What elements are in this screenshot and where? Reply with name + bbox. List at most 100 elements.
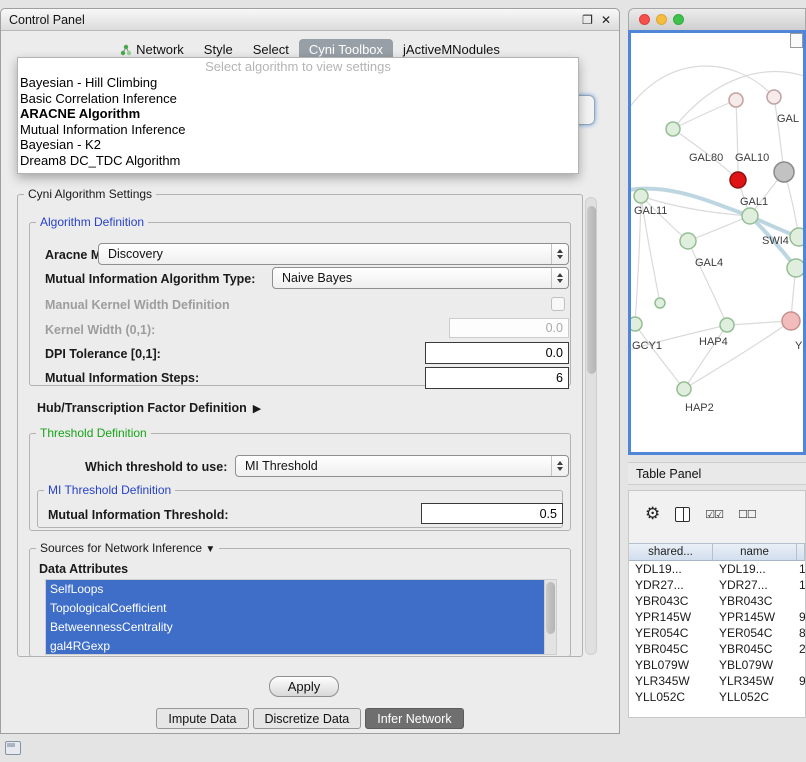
birdseye-toggle[interactable] — [790, 33, 803, 48]
collapsed-arrow-icon: ▶ — [253, 403, 261, 415]
cell-name: YLL052C — [713, 689, 797, 705]
restore-panel-icon[interactable] — [5, 741, 21, 755]
node-label: HAP2 — [685, 402, 714, 414]
combo-stepper-icon — [551, 456, 568, 476]
table-row[interactable]: YDR27...YDR27...12 — [629, 577, 805, 593]
network-edge — [774, 97, 784, 172]
settings-scrollbar[interactable] — [585, 197, 597, 655]
node-label: GAL11 — [634, 205, 667, 217]
algorithm-option-selected[interactable]: ARACNE Algorithm — [18, 106, 578, 122]
network-node[interactable] — [767, 90, 781, 104]
deselect-all-icon[interactable]: ☐☐ — [738, 508, 756, 521]
sources-toggle[interactable]: Sources for Network Inference ▼ — [36, 541, 219, 555]
network-edge — [736, 100, 738, 180]
network-node-gal80[interactable] — [666, 122, 680, 136]
network-node-gal10[interactable] — [730, 172, 746, 188]
network-node-swi4[interactable] — [790, 228, 803, 246]
column-header-name[interactable]: name — [713, 544, 797, 560]
network-node-gray-hub[interactable] — [774, 162, 794, 182]
network-node-gal4[interactable] — [680, 233, 696, 249]
kernel-width-label: Kernel Width (0,1): — [45, 323, 155, 337]
select-all-icon[interactable]: ☑☑ — [705, 508, 723, 521]
cell-value: 12 — [797, 577, 805, 593]
network-node[interactable] — [787, 259, 803, 277]
algorithm-option[interactable]: Mutual Information Inference — [18, 122, 578, 138]
network-node-hap4[interactable] — [720, 318, 734, 332]
cell-value — [797, 593, 805, 609]
column-header-cut[interactable] — [797, 544, 805, 560]
node-label: GAL — [777, 113, 799, 125]
table-row[interactable]: YBR045CYBR045C2. — [629, 641, 805, 657]
attribute-item[interactable]: gal4RGexp — [46, 637, 544, 654]
network-node-gal1[interactable] — [742, 208, 758, 224]
cell-value: 13 — [797, 561, 805, 577]
close-icon[interactable]: ✕ — [601, 13, 611, 27]
network-node[interactable] — [729, 93, 743, 107]
algorithm-dropdown-popup: Select algorithm to view settings Bayesi… — [17, 57, 579, 174]
attribute-item[interactable]: BetweennessCentrality — [46, 618, 544, 637]
bottom-tab-strip: Impute Data Discretize Data Infer Networ… — [1, 708, 619, 729]
algorithm-option[interactable]: Bayesian - K2 — [18, 137, 578, 153]
node-label: Y — [795, 340, 803, 352]
network-node-hap2[interactable] — [677, 382, 691, 396]
table-row[interactable]: YPR145WYPR145W9. — [629, 609, 805, 625]
table-header-row: shared... name — [629, 543, 805, 561]
tab-infer-network[interactable]: Infer Network — [365, 708, 463, 729]
tab-label: Select — [253, 42, 289, 57]
tab-discretize-data[interactable]: Discretize Data — [253, 708, 362, 729]
dpi-tolerance-input[interactable]: 0.0 — [425, 342, 569, 364]
table-row[interactable]: YDL19...YDL19...13 — [629, 561, 805, 577]
zoom-traffic-light[interactable] — [673, 14, 684, 25]
attribute-list-scrollbar[interactable] — [544, 580, 556, 654]
control-panel-titlebar[interactable]: Control Panel ❐ ✕ — [1, 9, 619, 31]
network-edge — [688, 241, 727, 325]
mi-steps-input[interactable]: 6 — [425, 367, 569, 389]
minimize-traffic-light[interactable] — [656, 14, 667, 25]
gear-icon[interactable]: ⚙ — [645, 504, 660, 524]
table-row[interactable]: YLR345WYLR345W9. — [629, 673, 805, 689]
cell-shared-name: YDR27... — [629, 577, 713, 593]
table-row[interactable]: YLL052CYLL052C — [629, 689, 805, 705]
attribute-list-scrollbar-thumb[interactable] — [546, 582, 555, 634]
network-node-gal11[interactable] — [634, 189, 648, 203]
group-title: Algorithm Definition — [36, 215, 148, 229]
control-panel-title: Control Panel — [9, 13, 85, 27]
close-traffic-light[interactable] — [639, 14, 650, 25]
table-row[interactable]: YER054CYER054C8. — [629, 625, 805, 641]
network-node-gcy1[interactable] — [631, 317, 642, 331]
algorithm-option[interactable]: Bayesian - Hill Climbing — [18, 75, 578, 91]
node-label: GCY1 — [632, 340, 662, 352]
mi-threshold-input[interactable]: 0.5 — [421, 503, 563, 524]
network-node-pink[interactable] — [782, 312, 800, 330]
hub-section-toggle[interactable]: Hub/Transcription Factor Definition▶ — [37, 401, 261, 415]
network-window-titlebar[interactable] — [628, 8, 806, 30]
float-window-icon[interactable]: ❐ — [582, 13, 593, 27]
settings-scrollbar-thumb[interactable] — [587, 206, 596, 374]
column-header-shared[interactable]: shared... — [629, 544, 713, 560]
mi-steps-label: Mutual Information Steps: — [45, 371, 199, 385]
kernel-width-input[interactable]: 0.0 — [449, 318, 569, 338]
manual-kernel-checkbox[interactable] — [551, 297, 565, 311]
mi-type-select[interactable]: Naive Bayes — [272, 267, 569, 289]
which-threshold-label: Which threshold to use: — [85, 460, 227, 474]
cell-value: 8. — [797, 625, 805, 641]
cell-name: YDR27... — [713, 577, 797, 593]
attribute-item[interactable]: SelfLoops — [46, 580, 544, 599]
attribute-item[interactable]: TopologicalCoefficient — [46, 599, 544, 618]
table-row[interactable]: YBL079WYBL079W — [629, 657, 805, 673]
algorithm-option[interactable]: Basic Correlation Inference — [18, 91, 578, 107]
network-node[interactable] — [655, 298, 665, 308]
which-threshold-select[interactable]: MI Threshold — [235, 455, 569, 477]
tab-impute-data[interactable]: Impute Data — [156, 708, 248, 729]
cell-value — [797, 689, 805, 705]
tab-label: Cyni Toolbox — [309, 42, 383, 57]
tab-label: jActiveMNodules — [403, 42, 500, 57]
tab-label: Style — [204, 42, 233, 57]
algorithm-option[interactable]: Dream8 DC_TDC Algorithm — [18, 153, 578, 169]
which-threshold-value: MI Threshold — [245, 459, 318, 473]
aracne-mode-select[interactable]: Discovery — [98, 243, 569, 265]
network-canvas[interactable]: GAL80 GAL10 GAL GAL11 GAL1 SWI4 GAL4 GCY… — [628, 30, 806, 455]
apply-button[interactable]: Apply — [269, 676, 339, 697]
columns-icon[interactable] — [675, 507, 690, 522]
table-row[interactable]: YBR043CYBR043C — [629, 593, 805, 609]
